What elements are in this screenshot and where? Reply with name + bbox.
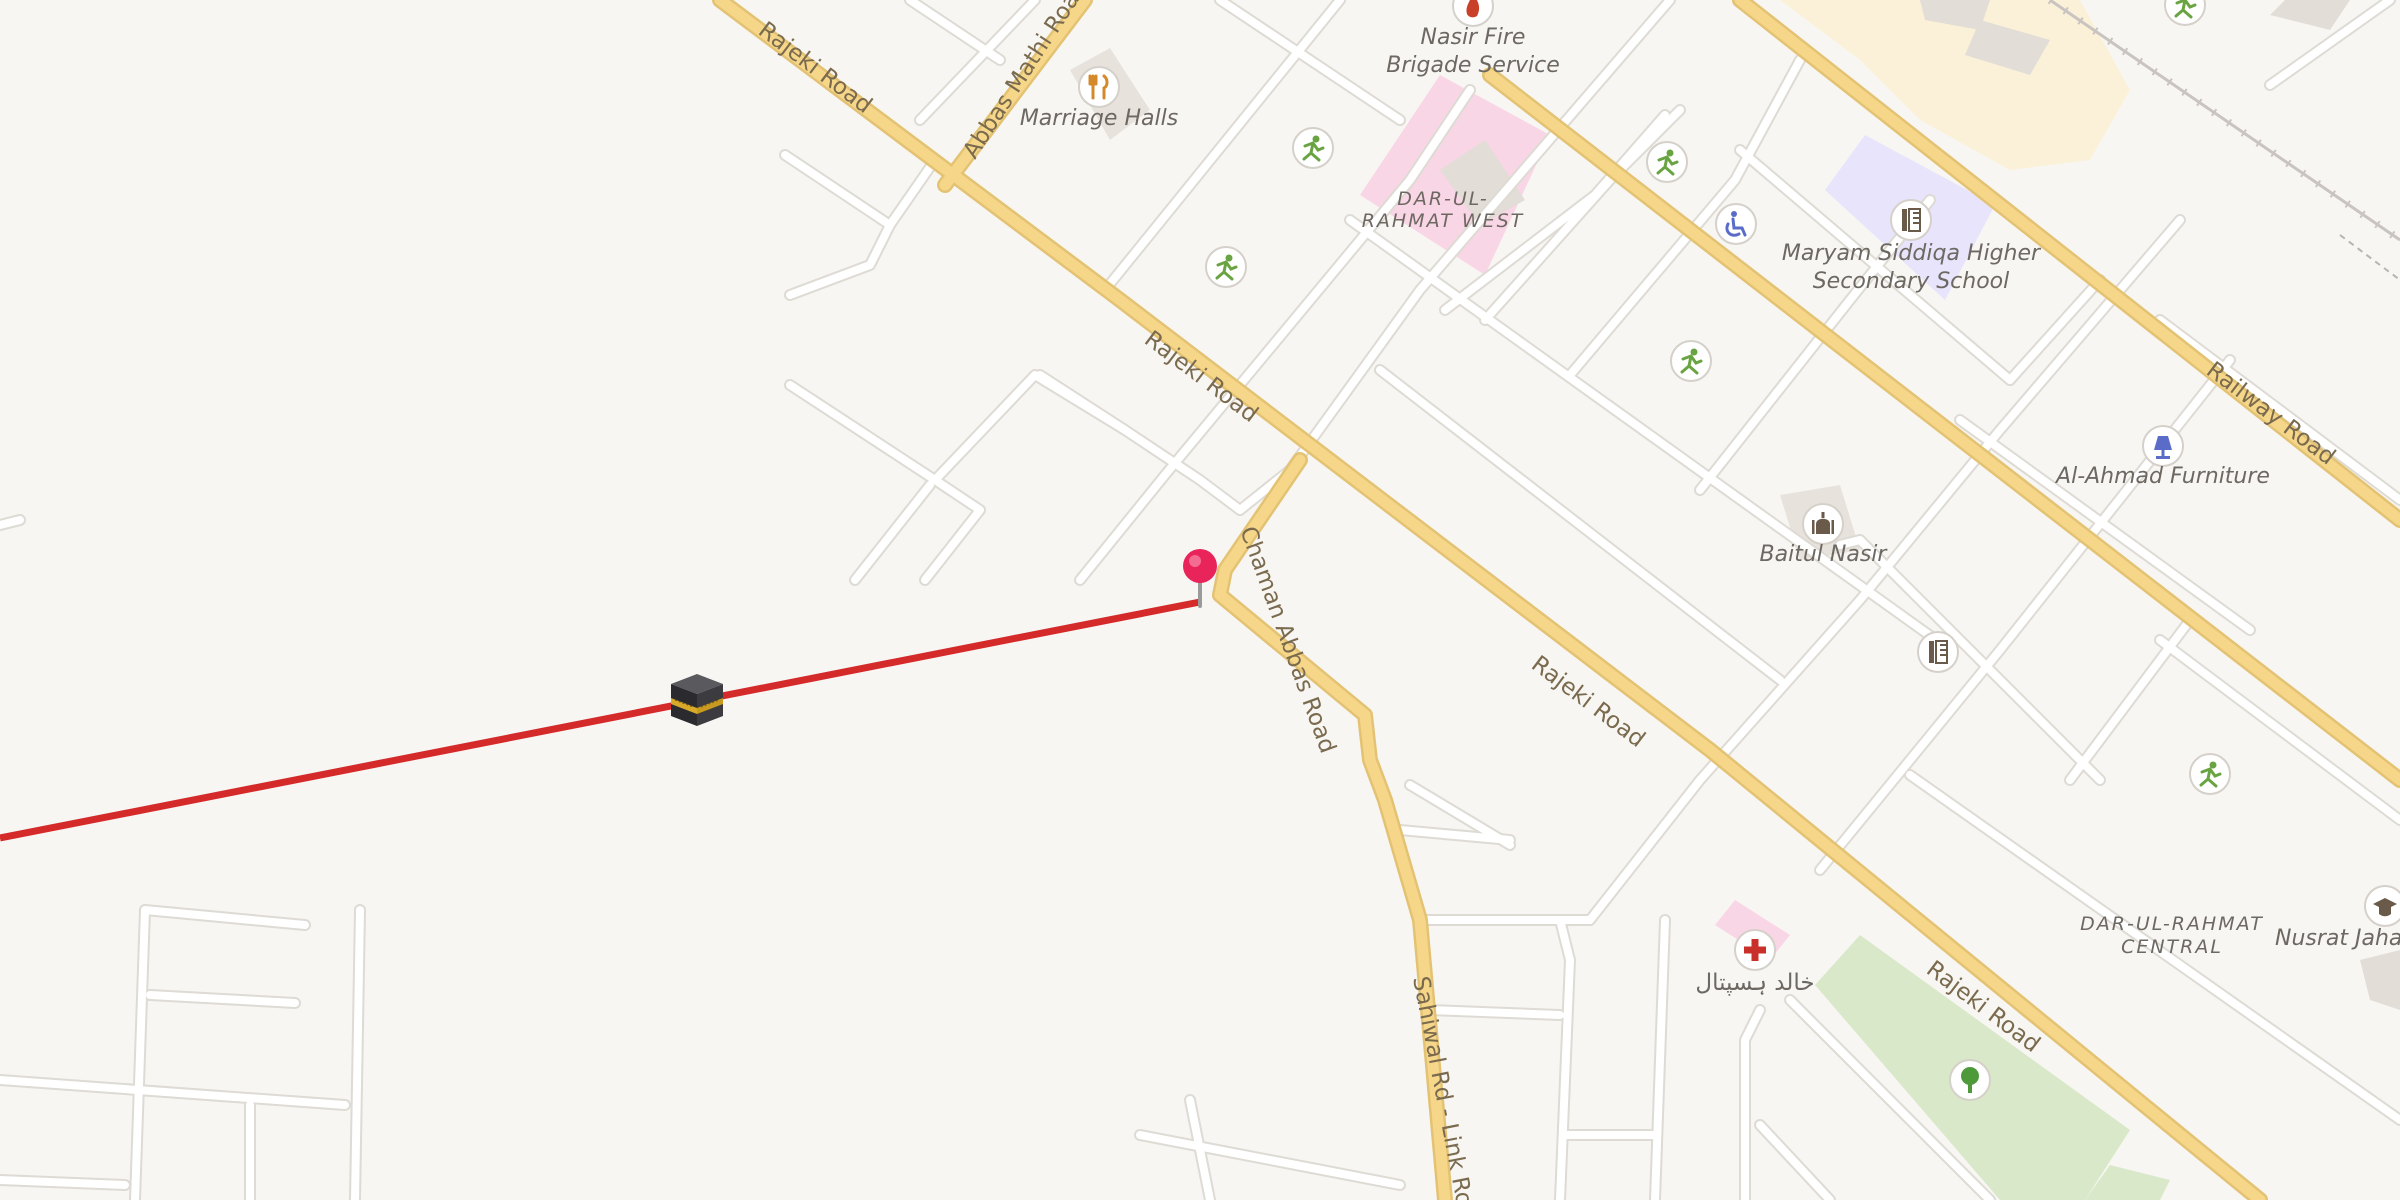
road-label-chaman-abbas: Chaman Abbas Road xyxy=(1234,523,1340,757)
poi-label-school: Secondary School xyxy=(1813,269,2010,294)
poi-labels: Nasir Fire Brigade Service Marriage Hall… xyxy=(1020,25,2400,996)
running-icon[interactable] xyxy=(1646,141,1688,183)
map-pin-icon[interactable] xyxy=(1183,549,1217,608)
graduation-cap-icon[interactable] xyxy=(2364,885,2400,927)
hospital-icon[interactable] xyxy=(1734,929,1776,971)
poi-label-nusrat-jahan: Nusrat Jahan xyxy=(2275,926,2400,951)
running-icon[interactable] xyxy=(1205,246,1247,288)
furniture-icon[interactable] xyxy=(2142,425,2184,467)
poi-label-furniture: Al-Ahmad Furniture xyxy=(2054,464,2270,489)
poi-label-mosque: Baitul Nasir xyxy=(1760,542,1889,567)
map-canvas[interactable]: Rajeki Road Rajeki Road Rajeki Road Raje… xyxy=(0,0,2400,1200)
school-icon[interactable] xyxy=(1890,199,1932,241)
restaurant-icon[interactable] xyxy=(1078,66,1120,108)
area-label-dar-ul-rahmat-west: RAHMAT WEST xyxy=(1362,210,1525,232)
building xyxy=(2270,0,2350,30)
running-icon[interactable] xyxy=(2189,753,2231,795)
poi-label-fire-station: Brigade Service xyxy=(1386,53,1560,78)
poi-label-school: Maryam Siddiqa Higher xyxy=(1782,241,2042,266)
school-icon[interactable] xyxy=(1917,631,1959,673)
poi-label-fire-station: Nasir Fire xyxy=(1421,25,1526,50)
qibla-direction-line xyxy=(0,598,1201,842)
poi-label-hospital: خالد ہسپتال xyxy=(1695,970,1814,996)
road-label-railway: Railway Road xyxy=(2201,357,2340,470)
road-label-rajeki: Rajeki Road xyxy=(753,17,876,119)
kaaba-icon xyxy=(671,674,723,726)
park-tree-icon[interactable] xyxy=(1949,1059,1991,1101)
running-icon[interactable] xyxy=(1670,340,1712,382)
mosque-icon[interactable] xyxy=(1802,503,1844,545)
area-label-dar-ul-rahmat-central: DAR-UL-RAHMAT xyxy=(2080,913,2264,935)
running-icon[interactable] xyxy=(2164,0,2206,26)
poi-label-marriage-halls: Marriage Halls xyxy=(1020,106,1178,131)
yellow-area xyxy=(1780,0,2130,170)
fire-station-icon[interactable] xyxy=(1452,0,1494,27)
building xyxy=(2360,950,2400,1010)
area-label-dar-ul-rahmat-west: DAR-UL- xyxy=(1397,188,1489,210)
wheelchair-icon[interactable] xyxy=(1715,203,1757,245)
area-label-dar-ul-rahmat-central: CENTRAL xyxy=(2121,936,2223,958)
running-icon[interactable] xyxy=(1292,127,1334,169)
